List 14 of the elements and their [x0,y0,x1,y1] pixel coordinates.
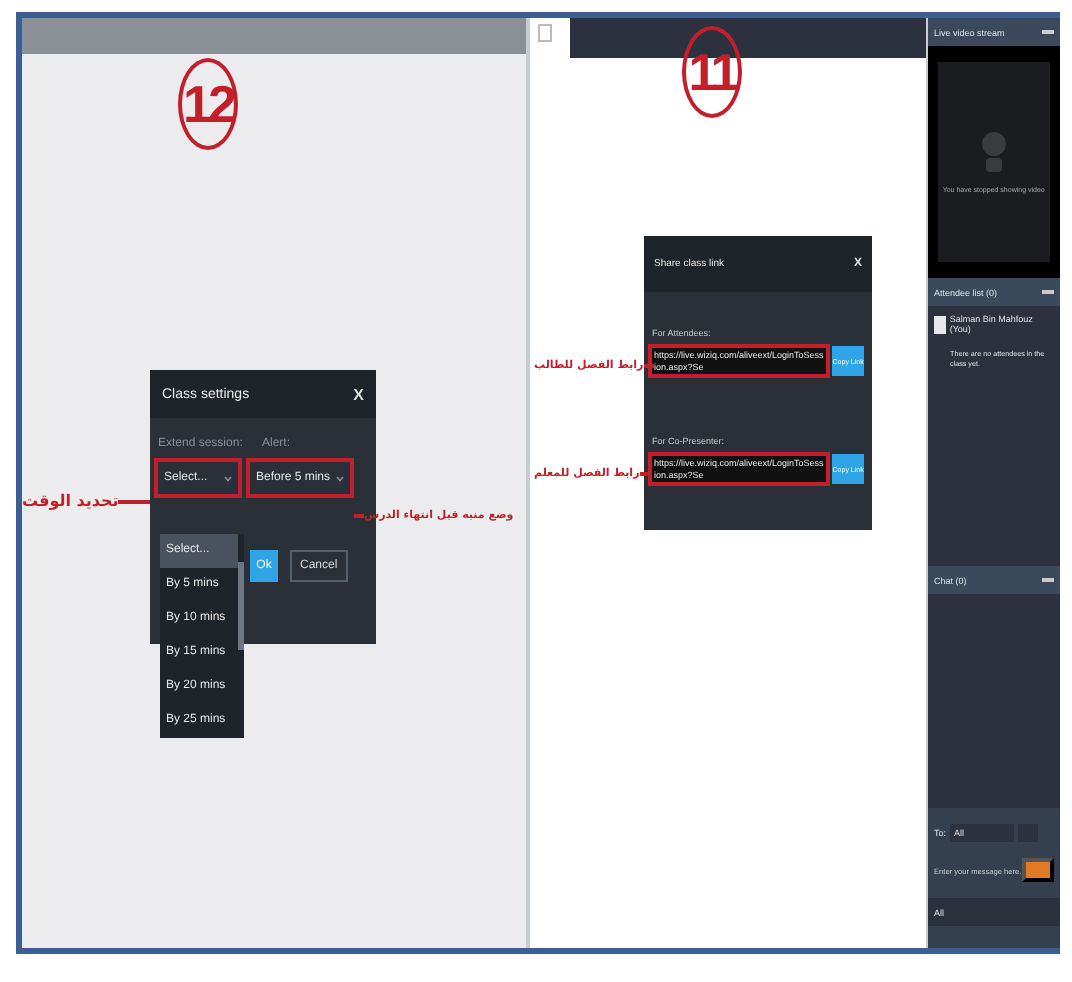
leader-line [118,499,151,503]
minimize-icon[interactable] [1041,578,1054,582]
step-number: 12 [178,58,238,150]
step-number: 11 [682,26,742,118]
caret-icon [336,475,344,481]
webcam-icon [979,130,1008,174]
minimize-icon[interactable] [1041,30,1054,34]
user-avatar-icon [934,315,946,333]
send-button[interactable] [1021,858,1054,882]
close-icon[interactable]: X [353,385,364,403]
minimize-icon[interactable] [1041,290,1054,294]
scrollbar-thumb[interactable] [238,562,244,650]
caret-icon [224,475,232,481]
annotation-label: تحديد الوقت [22,490,119,512]
